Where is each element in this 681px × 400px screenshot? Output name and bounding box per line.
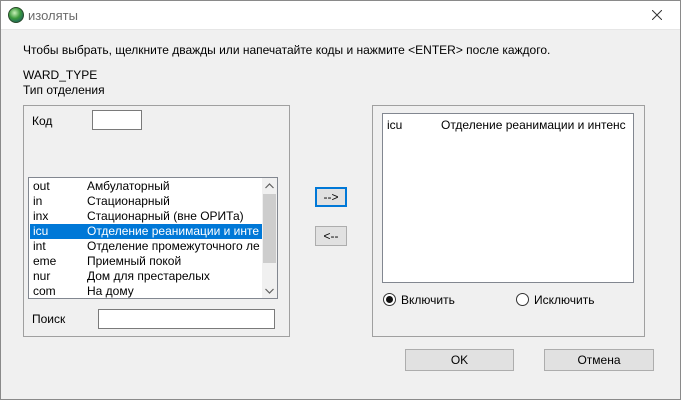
field-code: WARD_TYPE: [23, 68, 98, 82]
remove-button[interactable]: <--: [315, 226, 347, 246]
item-description: Дом для престарелых: [87, 269, 210, 283]
exclude-label[interactable]: Исключить: [534, 293, 594, 307]
list-item-icu[interactable]: icu Отделение реанимации и инте: [30, 224, 263, 239]
globe-icon: [8, 7, 24, 23]
item-code: com: [33, 284, 56, 298]
item-description: Отделение реанимации и интенс: [441, 118, 626, 132]
dialog-window: изоляты Чтобы выбрать, щелкните дважды и…: [0, 0, 681, 400]
item-description: Отделение реанимации и инте: [87, 224, 260, 238]
item-description: Отделение промежуточного ле: [87, 239, 260, 253]
list-item-in[interactable]: in Стационарный: [30, 194, 263, 209]
list-scrollbar[interactable]: [262, 178, 277, 298]
list-item-com[interactable]: com На дому: [30, 284, 263, 298]
item-code: in: [33, 194, 43, 208]
close-button[interactable]: [634, 1, 680, 29]
chevron-up-icon: [265, 182, 274, 188]
list-item-out[interactable]: out Амбулаторный: [30, 179, 263, 194]
selected-values-list[interactable]: icu Отделение реанимации и интенс: [382, 113, 634, 283]
ok-button[interactable]: OK: [405, 349, 514, 371]
code-label: Код: [32, 114, 53, 128]
item-description: Приемный покой: [87, 254, 182, 268]
list-item-nur[interactable]: nur Дом для престарелых: [30, 269, 263, 284]
scroll-up-button[interactable]: [262, 178, 277, 193]
instruction-text: Чтобы выбрать, щелкните дважды или напеч…: [23, 43, 551, 57]
item-code: int: [33, 239, 46, 253]
scroll-thumb[interactable]: [263, 194, 276, 263]
item-description: Стационарный (вне ОРИТа): [87, 209, 244, 223]
field-description: Тип отделения: [23, 83, 105, 97]
scroll-down-button[interactable]: [262, 283, 277, 298]
selected-list-item[interactable]: icu Отделение реанимации и интенс: [384, 118, 633, 133]
chevron-down-icon: [265, 288, 274, 294]
search-input[interactable]: [98, 309, 275, 329]
close-icon: [652, 10, 662, 20]
item-code: nur: [33, 269, 51, 283]
include-label[interactable]: Включить: [401, 293, 455, 307]
item-code: icu: [387, 118, 403, 132]
item-description: Стационарный: [87, 194, 170, 208]
item-description: На дому: [87, 284, 134, 298]
item-code: out: [33, 179, 50, 193]
include-radio[interactable]: [383, 293, 396, 306]
exclude-radio[interactable]: [516, 293, 529, 306]
item-code: inx: [33, 209, 49, 223]
item-code: eme: [33, 254, 57, 268]
item-code: icu: [33, 224, 49, 238]
search-label: Поиск: [32, 312, 66, 326]
add-button[interactable]: -->: [315, 187, 347, 207]
cancel-button[interactable]: Отмена: [544, 349, 654, 371]
list-item-int[interactable]: int Отделение промежуточного ле: [30, 239, 263, 254]
code-input[interactable]: [92, 110, 142, 130]
available-values-list[interactable]: out Амбулаторный in Стационарный inx Стациона…: [28, 177, 278, 299]
window-title: изоляты: [28, 8, 78, 23]
item-description: Амбулаторный: [87, 179, 170, 193]
title-bar: изоляты: [1, 1, 680, 30]
list-item-eme[interactable]: eme Приемный покой: [30, 254, 263, 269]
list-item-inx[interactable]: inx Стационарный (вне ОРИТа): [30, 209, 263, 224]
